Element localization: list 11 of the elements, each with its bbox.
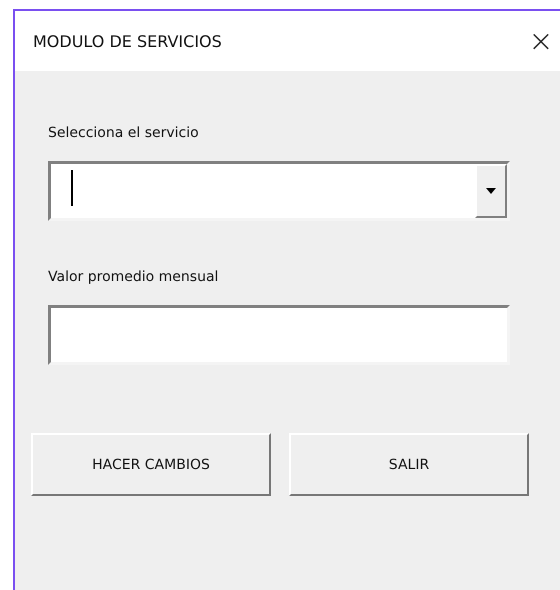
field-label: Selecciona el servicio <box>48 124 200 143</box>
dialog-button[interactable]: HACER CAMBIOS <box>31 433 271 496</box>
caret-icon <box>486 188 496 194</box>
dialog-button[interactable]: SALIR <box>289 433 529 496</box>
window-title: MODULO DE SERVICIOS <box>33 32 222 50</box>
close-button[interactable]: × <box>511 21 560 61</box>
field-label: Valor promedio mensual <box>48 268 220 287</box>
dropdown-button[interactable] <box>475 164 507 218</box>
text-cursor <box>71 170 73 206</box>
service-dropdown[interactable] <box>48 161 510 221</box>
input-field[interactable] <box>48 305 510 365</box>
